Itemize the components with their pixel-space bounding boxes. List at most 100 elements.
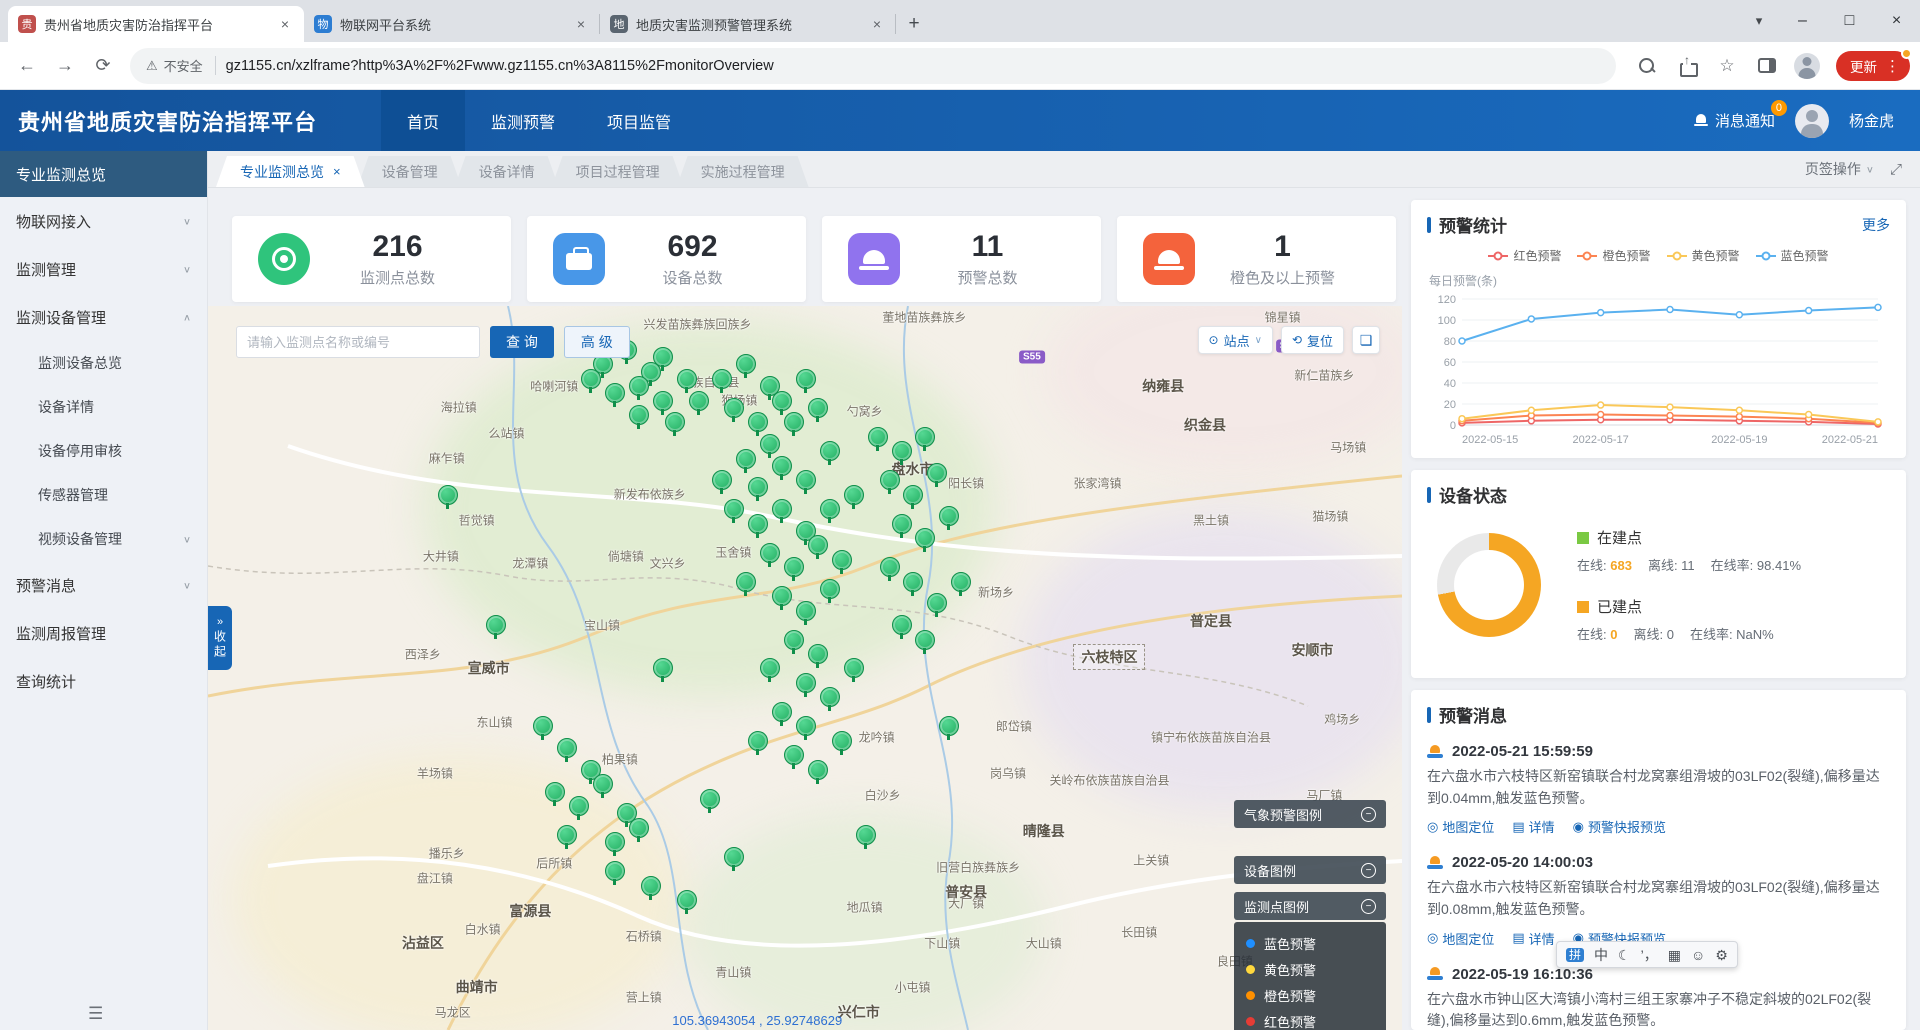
reload-icon[interactable]: ⟳ [86, 49, 120, 83]
monitor-point-marker-icon[interactable] [807, 644, 827, 668]
legend-toggle-icon[interactable]: − [1361, 807, 1376, 822]
ime-icon[interactable]: ☺ [1691, 948, 1705, 962]
monitor-point-marker-icon[interactable] [783, 412, 803, 436]
app-nav-item-监测预警[interactable]: 监测预警 [465, 90, 581, 151]
browser-tab[interactable]: 物物联网平台系统× [304, 6, 600, 42]
message-link-3[interactable]: ◉预警快报预览 [1573, 817, 1666, 836]
monitor-point-marker-icon[interactable] [914, 528, 934, 552]
monitor-point-marker-icon[interactable] [819, 687, 839, 711]
monitor-point-marker-icon[interactable] [759, 543, 779, 567]
weather-legend-header[interactable]: 气象预警图例 − [1234, 800, 1386, 828]
page-tab[interactable]: 项目过程管理 [552, 156, 684, 187]
points-legend-header[interactable]: 监测点图例 − [1234, 892, 1386, 920]
monitor-point-marker-icon[interactable] [783, 630, 803, 654]
sidebar-item[interactable]: 专业监测总览 [0, 151, 207, 197]
legend-toggle-icon[interactable]: − [1361, 863, 1376, 878]
sidebar-subitem[interactable]: 设备停用审核 [0, 429, 207, 473]
tab-close-icon[interactable]: × [868, 15, 886, 33]
notifications-button[interactable]: 消息通知 0 [1694, 110, 1775, 131]
monitor-point-marker-icon[interactable] [628, 818, 648, 842]
zoom-icon[interactable] [1630, 49, 1664, 83]
monitor-point-marker-icon[interactable] [771, 586, 791, 610]
tab-search-chevron-icon[interactable]: ▾ [1739, 0, 1779, 42]
monitor-point-marker-icon[interactable] [711, 369, 731, 393]
page-tab[interactable]: 专业监测总览× [216, 156, 365, 187]
page-tab[interactable]: 实施过程管理 [677, 156, 809, 187]
monitor-point-marker-icon[interactable] [676, 890, 696, 914]
window-minimize-button[interactable]: – [1779, 0, 1826, 42]
monitor-point-marker-icon[interactable] [831, 550, 851, 574]
message-link-1[interactable]: ◎地图定位 [1427, 817, 1494, 836]
ime-icon[interactable]: ☾ [1618, 948, 1631, 962]
ime-icon[interactable]: ⚙ [1715, 948, 1728, 962]
monitor-point-marker-icon[interactable] [747, 412, 767, 436]
monitor-point-marker-icon[interactable] [580, 369, 600, 393]
back-icon[interactable]: ← [10, 49, 44, 83]
user-avatar[interactable] [1795, 104, 1829, 138]
ime-toolbar[interactable]: 拼中☾’，▦☺⚙ [1556, 941, 1738, 968]
monitor-point-marker-icon[interactable] [735, 354, 755, 378]
monitor-point-marker-icon[interactable] [891, 514, 911, 538]
app-nav-item-项目监管[interactable]: 项目监管 [581, 90, 697, 151]
monitor-point-marker-icon[interactable] [891, 615, 911, 639]
monitor-point-marker-icon[interactable] [652, 658, 672, 682]
chart-legend-item[interactable]: 橙色预警 [1577, 247, 1650, 264]
device-legend-header[interactable]: 设备图例 − [1234, 856, 1386, 884]
browser-tab[interactable]: 地地质灾害监测预警管理系统× [600, 6, 896, 42]
sidebar-item[interactable]: 物联网接入∨ [0, 197, 207, 245]
advanced-button[interactable]: 高 级 [564, 326, 630, 358]
favorite-star-icon[interactable]: ☆ [1710, 49, 1744, 83]
side-panel-icon[interactable] [1750, 49, 1784, 83]
window-close-button[interactable]: × [1873, 0, 1920, 42]
monitor-point-marker-icon[interactable] [831, 731, 851, 755]
monitor-point-marker-icon[interactable] [735, 449, 755, 473]
monitor-point-marker-icon[interactable] [628, 405, 648, 429]
message-link-2[interactable]: ▤详情 [1512, 929, 1554, 948]
monitor-point-marker-icon[interactable] [771, 499, 791, 523]
monitor-point-marker-icon[interactable] [664, 412, 684, 436]
fullscreen-icon[interactable]: ⤢ [1890, 161, 1902, 178]
monitor-point-marker-icon[interactable] [556, 825, 576, 849]
monitor-point-marker-icon[interactable] [938, 506, 958, 530]
monitor-point-marker-icon[interactable] [926, 463, 946, 487]
profile-avatar[interactable] [1790, 49, 1824, 83]
sidebar-item[interactable]: 监测管理∨ [0, 245, 207, 293]
monitor-point-marker-icon[interactable] [652, 391, 672, 415]
sidebar-subitem[interactable]: 设备详情 [0, 385, 207, 429]
monitor-point-marker-icon[interactable] [795, 673, 815, 697]
monitor-point-marker-icon[interactable] [604, 832, 624, 856]
monitor-point-marker-icon[interactable] [807, 398, 827, 422]
monitor-point-marker-icon[interactable] [938, 716, 958, 740]
tab-close-icon[interactable]: × [572, 15, 590, 33]
page-tab[interactable]: 设备管理 [358, 156, 462, 187]
monitor-point-marker-icon[interactable] [795, 601, 815, 625]
monitor-point-marker-icon[interactable] [747, 477, 767, 501]
monitor-point-marker-icon[interactable] [711, 470, 731, 494]
monitor-point-marker-icon[interactable] [735, 572, 755, 596]
browser-tab[interactable]: 贵贵州省地质灾害防治指挥平台× [8, 6, 304, 42]
sidebar-collapse-burger-icon[interactable]: ☰ [88, 1004, 103, 1024]
sidebar-subitem[interactable]: 监测设备总览 [0, 341, 207, 385]
monitor-point-marker-icon[interactable] [795, 716, 815, 740]
monitor-point-marker-icon[interactable] [771, 456, 791, 480]
new-tab-button[interactable]: + [900, 10, 928, 38]
app-nav-item-首页[interactable]: 首页 [381, 90, 465, 151]
search-input[interactable] [236, 326, 480, 358]
monitor-point-marker-icon[interactable] [819, 441, 839, 465]
monitor-point-marker-icon[interactable] [532, 716, 552, 740]
monitor-point-marker-icon[interactable] [914, 630, 934, 654]
monitor-point-marker-icon[interactable] [926, 593, 946, 617]
monitor-point-marker-icon[interactable] [604, 861, 624, 885]
monitor-point-marker-icon[interactable] [723, 499, 743, 523]
monitor-point-marker-icon[interactable] [902, 572, 922, 596]
map[interactable]: 哈喇河镇海拉镇么站镇麻乍镇兴发苗族彝族回族乡苗族自治县猴场镇勺窝乡董地苗族彝族乡… [208, 306, 1402, 1030]
message-link-2[interactable]: ▤详情 [1512, 817, 1554, 836]
monitor-point-marker-icon[interactable] [891, 441, 911, 465]
share-icon[interactable] [1670, 49, 1704, 83]
monitor-point-marker-icon[interactable] [759, 434, 779, 458]
monitor-point-marker-icon[interactable] [879, 557, 899, 581]
monitor-point-marker-icon[interactable] [747, 731, 767, 755]
browser-update-button[interactable]: 更新 ⋮ [1836, 51, 1910, 81]
monitor-point-marker-icon[interactable] [807, 535, 827, 559]
monitor-point-marker-icon[interactable] [628, 376, 648, 400]
